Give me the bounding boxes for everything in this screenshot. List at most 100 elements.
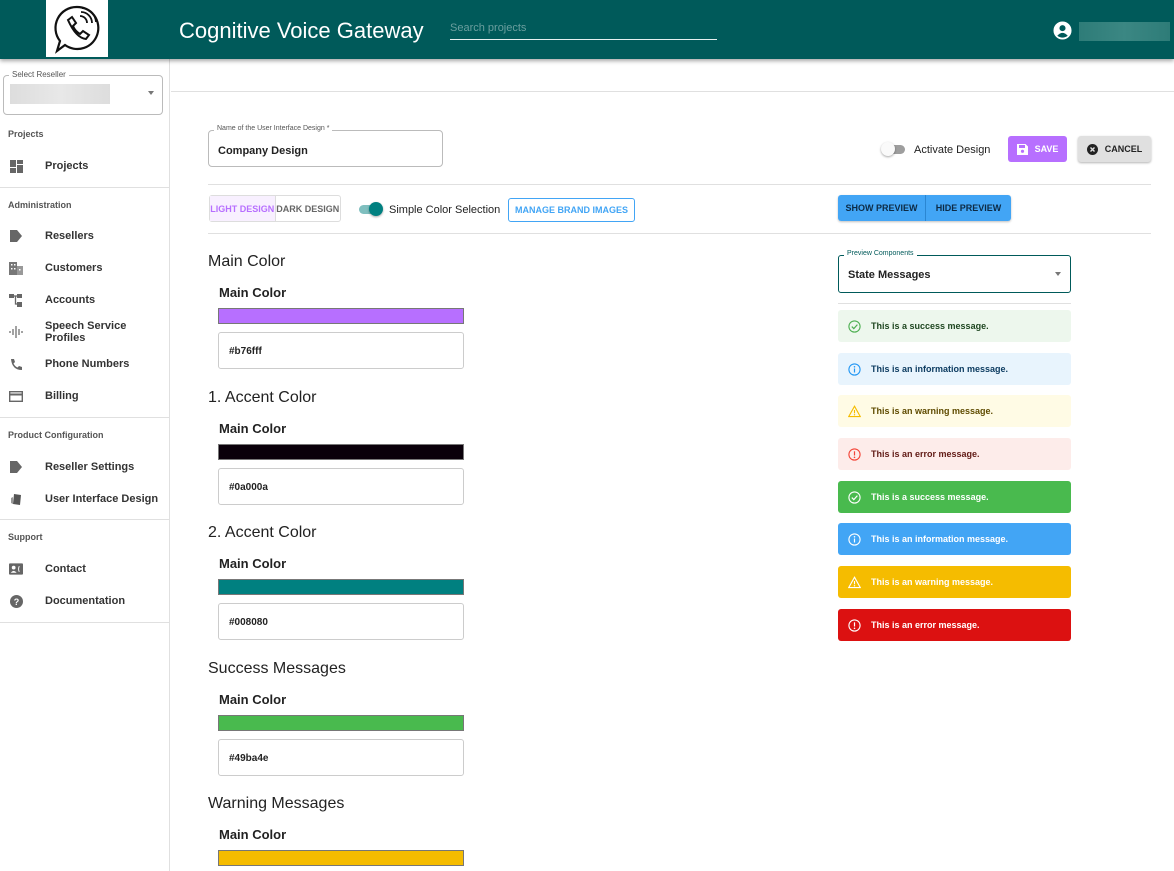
sidebar-item-reseller-settings[interactable]: Reseller Settings <box>0 455 169 479</box>
color-sub-title: Main Color <box>219 827 287 842</box>
sidebar-item-label: Speech Service Profiles <box>45 320 127 344</box>
section-label-projects: Projects <box>8 129 44 139</box>
cancel-label: CANCEL <box>1104 144 1143 154</box>
sidebar-item-documentation[interactable]: ? Documentation <box>0 589 169 613</box>
sidebar-item-label: Contact <box>45 563 86 575</box>
error-icon <box>848 447 861 461</box>
color-sub-title: Main Color <box>219 421 287 436</box>
color-group-title: Success Messages <box>208 660 346 677</box>
main-content: Name of the User Interface Design * Comp… <box>171 59 1174 871</box>
divider <box>208 233 1151 234</box>
manage-brand-images-button[interactable]: MANAGE BRAND IMAGES <box>508 198 635 222</box>
alert-text: This is an warning message. <box>871 406 994 416</box>
account-circle-icon[interactable] <box>1053 21 1072 40</box>
palette-icon <box>9 492 23 506</box>
color-hex-input[interactable]: #0a000a <box>218 468 464 505</box>
save-button[interactable]: SAVE <box>1008 136 1067 162</box>
preview-components-select[interactable]: Preview Components State Messages <box>838 250 1071 293</box>
check-circle-icon <box>848 319 861 333</box>
color-swatch[interactable] <box>218 715 464 731</box>
color-hex-value: #49ba4e <box>229 753 269 764</box>
save-label: SAVE <box>1034 144 1059 154</box>
sidebar-item-projects[interactable]: Projects <box>0 154 169 178</box>
design-name-label: Name of the User Interface Design * <box>214 125 333 132</box>
alert-message: This is a success message. <box>838 481 1071 513</box>
color-swatch[interactable] <box>218 850 464 866</box>
show-preview-button[interactable]: SHOW PREVIEW <box>838 195 926 221</box>
sidebar-item-customers[interactable]: Customers <box>0 256 169 280</box>
sidebar-item-user-interface-design[interactable]: User Interface Design <box>0 487 169 511</box>
check-circle-icon <box>848 490 861 504</box>
color-hex-value: #0a000a <box>229 482 268 493</box>
divider <box>0 622 169 623</box>
divider <box>838 303 1071 304</box>
design-name-field[interactable]: Name of the User Interface Design * Comp… <box>208 125 443 167</box>
alert-text: This is an error message. <box>871 449 980 459</box>
building-icon <box>9 261 23 275</box>
alert-message: This is an error message. <box>838 609 1071 641</box>
app-logo[interactable] <box>46 0 108 57</box>
reseller-value <box>10 84 110 104</box>
color-hex-input[interactable]: #008080 <box>218 603 464 640</box>
sidebar-item-billing[interactable]: Billing <box>0 384 169 408</box>
alert-message: This is an information message. <box>838 523 1071 555</box>
color-swatch[interactable] <box>218 579 464 595</box>
color-swatch[interactable] <box>218 444 464 460</box>
dashboard-icon <box>9 159 23 173</box>
color-swatch[interactable] <box>218 308 464 324</box>
activate-design-toggle[interactable] <box>881 142 907 156</box>
tag-icon <box>9 229 23 243</box>
alert-message: This is an error message. <box>838 438 1071 470</box>
app-title: Cognitive Voice Gateway <box>179 18 424 43</box>
alert-message: This is an information message. <box>838 353 1071 385</box>
dark-design-button[interactable]: DARK DESIGN <box>276 196 341 221</box>
preview-button-group: SHOW PREVIEW HIDE PREVIEW <box>838 195 1011 221</box>
info-icon <box>848 362 861 376</box>
sidebar-item-speech-service-profiles[interactable]: Speech Service Profiles <box>0 320 169 344</box>
sidebar-item-accounts[interactable]: Accounts <box>0 288 169 312</box>
color-hex-value: #008080 <box>229 617 268 628</box>
sidebar-item-label: Projects <box>45 160 89 172</box>
save-icon <box>1016 143 1028 155</box>
search-input[interactable]: Search projects <box>450 22 717 40</box>
sidebar-item-label: Documentation <box>45 595 126 607</box>
cancel-icon <box>1086 143 1098 155</box>
divider <box>171 91 1174 92</box>
user-name[interactable] <box>1079 22 1170 41</box>
light-design-button[interactable]: LIGHT DESIGN <box>210 196 276 221</box>
sidebar-item-label: Accounts <box>45 294 96 306</box>
divider <box>0 519 169 520</box>
sidebar-item-phone-numbers[interactable]: Phone Numbers <box>0 352 169 376</box>
color-group-title: 2. Accent Color <box>208 524 317 541</box>
preview-components-value: State Messages <box>848 269 931 281</box>
help-icon: ? <box>9 594 23 608</box>
tag-icon <box>9 460 23 474</box>
sidebar: Select Reseller Projects Projects Admini… <box>0 59 170 871</box>
chevron-down-icon <box>1055 272 1061 276</box>
alert-message: This is an warning message. <box>838 395 1071 427</box>
reseller-select-label: Select Reseller <box>9 70 69 79</box>
alert-text: This is an information message. <box>871 364 1009 374</box>
color-hex-value: #b76fff <box>229 346 262 357</box>
color-hex-input[interactable]: #49ba4e <box>218 739 464 776</box>
sidebar-item-contact[interactable]: Contact <box>0 557 169 581</box>
chevron-down-icon <box>148 91 154 95</box>
hide-preview-button[interactable]: HIDE PREVIEW <box>926 195 1011 221</box>
design-mode-toggle: LIGHT DESIGN DARK DESIGN <box>209 195 341 222</box>
alert-text: This is a success message. <box>871 492 989 502</box>
waveform-icon <box>9 325 23 339</box>
reseller-select[interactable]: Select Reseller <box>3 70 163 115</box>
color-group-title: Main Color <box>208 253 286 270</box>
alert-text: This is an error message. <box>871 620 980 630</box>
sidebar-item-label: Reseller Settings <box>45 461 135 473</box>
section-label-administration: Administration <box>8 200 72 210</box>
cancel-button[interactable]: CANCEL <box>1078 136 1151 162</box>
design-name-value: Company Design <box>218 145 308 157</box>
alert-message: This is an warning message. <box>838 566 1071 598</box>
color-hex-input[interactable]: #b76fff <box>218 332 464 369</box>
simple-color-toggle[interactable] <box>357 202 383 216</box>
color-group-title: 1. Accent Color <box>208 389 317 406</box>
divider <box>208 184 1151 185</box>
sidebar-item-label: Customers <box>45 262 103 274</box>
sidebar-item-resellers[interactable]: Resellers <box>0 224 169 248</box>
